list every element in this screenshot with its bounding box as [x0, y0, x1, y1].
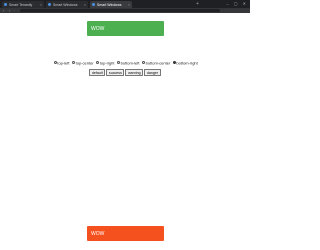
radio-option-bottom-right[interactable]: bottom-right	[171, 60, 198, 65]
tab-favicon-icon	[48, 3, 51, 6]
tab-title: Smart Tenantly	[9, 2, 33, 7]
browser-tab-bar: Smart Tenantly × Smart Windows × Smart W…	[0, 0, 250, 8]
radio-option-top-left[interactable]: top-left	[52, 60, 69, 65]
tab-title: Smart Windows	[53, 2, 78, 7]
tab-favicon-icon	[92, 3, 95, 6]
url-field[interactable]	[20, 9, 220, 12]
danger-button[interactable]: danger	[144, 69, 161, 77]
tab-close-icon[interactable]: ×	[84, 2, 86, 7]
tab-title: Smart Windows	[97, 2, 122, 7]
window-controls[interactable]: – ▢ ✕	[226, 1, 248, 6]
toast-type-buttons: default success warning danger	[0, 69, 250, 77]
tab-close-icon[interactable]: ×	[128, 2, 130, 7]
address-bar: ‹ ›	[0, 8, 250, 13]
warning-button[interactable]: warning	[125, 69, 144, 77]
toast-success[interactable]: WOW	[87, 21, 164, 36]
browser-tab[interactable]: Smart Tenantly ×	[2, 1, 44, 8]
toast-text: WOW	[91, 230, 105, 237]
browser-tab-active[interactable]: Smart Windows ×	[90, 1, 132, 8]
toast-text: WOW	[91, 25, 105, 32]
position-radio-group: top-left top-center top-right bottom-lef…	[0, 60, 250, 65]
browser-tab[interactable]: Smart Windows ×	[46, 1, 88, 8]
radio-option-bottom-center[interactable]: bottom-center	[141, 60, 170, 65]
new-tab-button[interactable]: +	[196, 1, 199, 7]
tab-close-icon[interactable]: ×	[40, 2, 42, 7]
radio-option-top-right[interactable]: top-right	[95, 60, 114, 65]
toast-danger[interactable]: WOW	[87, 226, 164, 241]
tab-favicon-icon	[4, 3, 7, 6]
forward-icon[interactable]: ›	[9, 8, 10, 13]
back-icon[interactable]: ‹	[3, 8, 4, 13]
radio-option-top-center[interactable]: top-center	[71, 60, 94, 65]
radio-option-bottom-left[interactable]: bottom-left	[116, 60, 139, 65]
default-button[interactable]: default	[89, 69, 106, 77]
success-button[interactable]: success	[106, 69, 125, 77]
